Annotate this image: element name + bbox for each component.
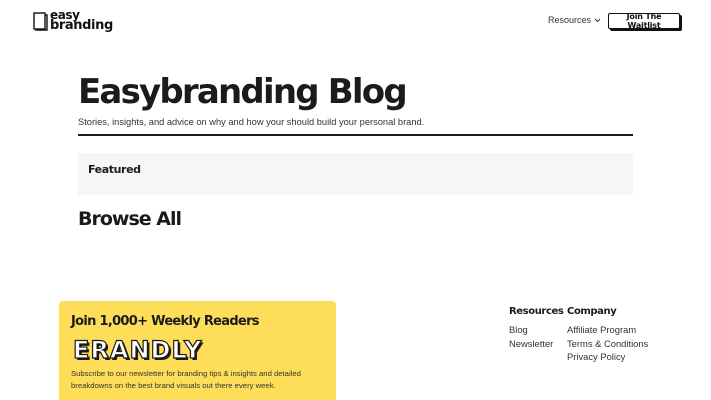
page-title: Easybranding Blog [78, 72, 408, 112]
page-subtitle: Stories, insights, and advice on why and… [78, 117, 425, 127]
footer-link-newsletter[interactable]: Newsletter [509, 337, 563, 351]
blog-page: easy branding Resources Join The Waitlis… [0, 0, 711, 400]
featured-section: Featured [78, 153, 633, 195]
site-logo[interactable]: easy branding [33, 9, 113, 33]
footer-link-terms[interactable]: Terms & Conditions [567, 337, 648, 351]
newsletter-card: Join 1,000+ Weekly Readers ERANDLY ERAND… [59, 301, 336, 400]
footer-company-heading: Company [567, 306, 617, 317]
footer-link-affiliate[interactable]: Affiliate Program [567, 323, 648, 337]
book-icon [33, 12, 48, 31]
logo-line-2: branding [50, 17, 113, 33]
brandly-logo: ERANDLY ERANDLY [73, 337, 203, 363]
newsletter-description: Subscribe to our newsletter for branding… [71, 369, 301, 390]
footer-resources-heading: Resources [509, 306, 564, 317]
newsletter-title: Join 1,000+ Weekly Readers [71, 314, 260, 329]
logo-wordmark: easy branding [50, 9, 113, 33]
featured-heading: Featured [88, 163, 141, 176]
nav-resources-label: Resources [548, 15, 592, 25]
join-waitlist-button[interactable]: Join The Waitlist [608, 12, 680, 30]
hero-divider [78, 134, 633, 136]
nav-resources-dropdown[interactable]: Resources [548, 15, 601, 25]
footer-company-column: Company Affiliate Program Terms & Condit… [567, 306, 648, 364]
brandly-logo-text: ERANDLY [73, 337, 202, 363]
browse-all-heading: Browse All [78, 208, 182, 230]
chevron-down-icon [594, 18, 601, 22]
footer-resources-column: Resources Blog Newsletter [509, 306, 564, 351]
footer-link-privacy[interactable]: Privacy Policy [567, 350, 648, 364]
footer-link-blog[interactable]: Blog [509, 323, 563, 337]
